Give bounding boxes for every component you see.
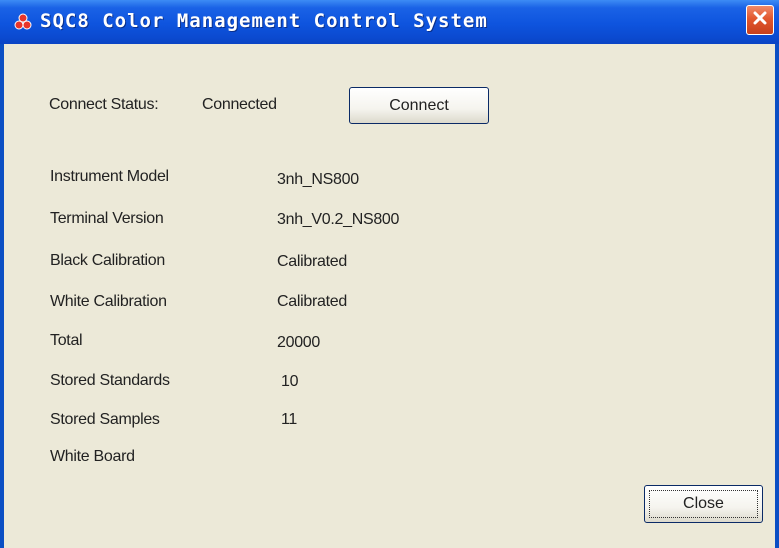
- instrument-model-value: 3nh_NS800: [277, 171, 359, 188]
- terminal-version-label: Terminal Version: [50, 210, 164, 227]
- title-bar[interactable]: SQC8 Color Management Control System: [0, 0, 779, 44]
- window-close-button[interactable]: [746, 5, 774, 35]
- terminal-version-value: 3nh_V0.2_NS800: [277, 211, 400, 228]
- connect-status-value: Connected: [202, 96, 277, 113]
- window-title: SQC8 Color Management Control System: [40, 10, 488, 32]
- close-button[interactable]: Close: [644, 485, 763, 523]
- close-icon: [752, 10, 768, 31]
- dialog-body: Connect Status: Connected Connect Instru…: [4, 44, 775, 548]
- black-calibration-label: Black Calibration: [50, 252, 165, 269]
- white-calibration-label: White Calibration: [50, 293, 167, 310]
- app-logo-icon: [14, 13, 32, 31]
- connect-status-label: Connect Status:: [49, 96, 159, 113]
- instrument-model-label: Instrument Model: [50, 168, 169, 185]
- total-label: Total: [50, 332, 83, 349]
- stored-standards-value: 10: [281, 373, 299, 390]
- connect-button[interactable]: Connect: [349, 87, 489, 124]
- white-calibration-value: Calibrated: [277, 293, 347, 310]
- stored-samples-value: 11: [281, 411, 298, 428]
- close-button-label: Close: [683, 495, 724, 512]
- main-window: SQC8 Color Management Control System Con…: [0, 0, 779, 548]
- stored-samples-label: Stored Samples: [50, 411, 160, 428]
- white-board-label: White Board: [50, 448, 135, 465]
- total-value: 20000: [277, 334, 320, 351]
- stored-standards-label: Stored Standards: [50, 372, 170, 389]
- black-calibration-value: Calibrated: [277, 253, 347, 270]
